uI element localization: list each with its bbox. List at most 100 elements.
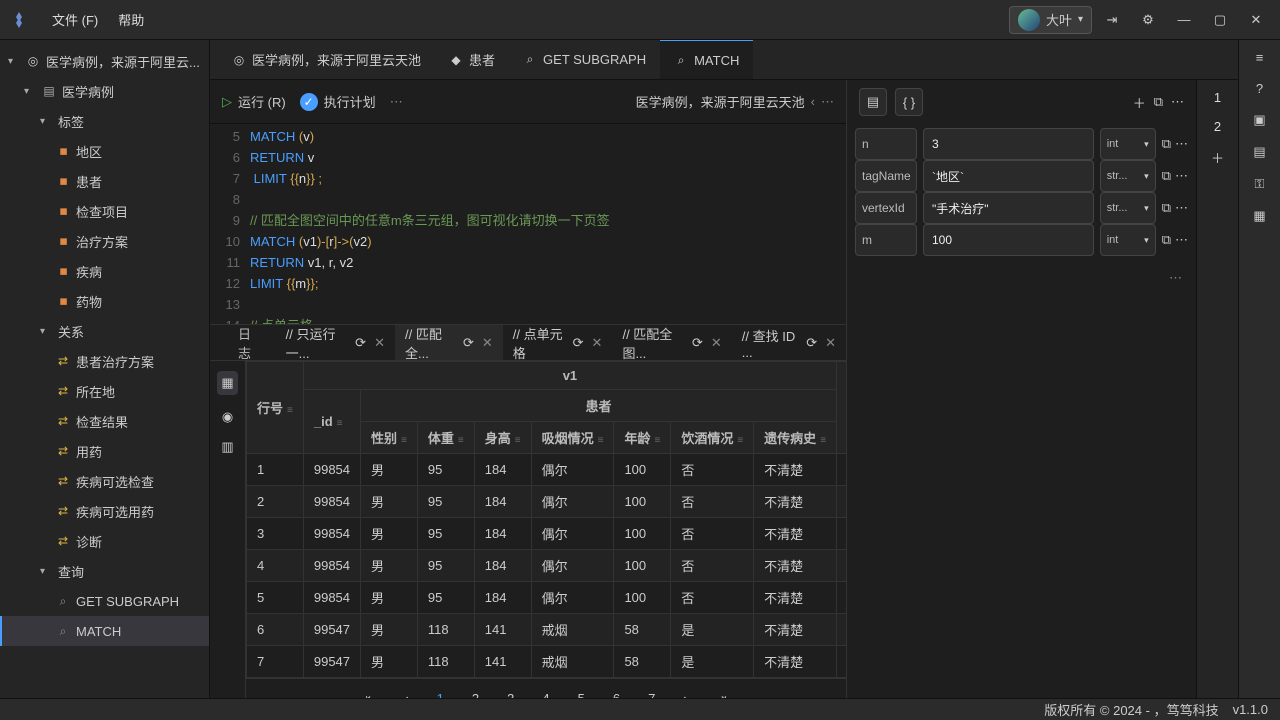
more-icon[interactable]: ⋯	[1175, 232, 1188, 248]
page-4[interactable]: 4	[542, 691, 549, 698]
refresh-icon[interactable]: ⟳	[573, 335, 584, 351]
run-button[interactable]: ▷运行 (R)	[222, 92, 286, 111]
table-view-icon[interactable]: ▦	[217, 371, 237, 395]
page-next[interactable]: ›	[683, 691, 687, 698]
params-mode-icon[interactable]: ▤	[859, 88, 887, 116]
close-icon[interactable]: ✕	[1240, 6, 1272, 34]
page-3[interactable]: 3	[507, 691, 514, 698]
page-7[interactable]: 7	[648, 691, 655, 698]
vtab-2[interactable]: 2	[1214, 119, 1221, 134]
editor-tab[interactable]: ◎医学病例，来源于阿里云天池	[218, 40, 435, 79]
param-name[interactable]: n	[855, 128, 917, 160]
editor-tab[interactable]: ⌕GET SUBGRAPH	[509, 40, 660, 79]
minimize-icon[interactable]: —	[1168, 6, 1200, 34]
tree-item[interactable]: ⇄疾病可选用药	[0, 496, 209, 526]
graph-view-icon[interactable]: ◉	[222, 409, 233, 425]
tree-item[interactable]: ⇄诊断	[0, 526, 209, 556]
tree-item[interactable]: ⇄所在地	[0, 376, 209, 406]
param-name[interactable]: vertexId	[855, 192, 917, 224]
refresh-icon[interactable]: ⟳	[463, 335, 474, 351]
param-value[interactable]: 3	[923, 128, 1094, 160]
page-6[interactable]: 6	[613, 691, 620, 698]
tree-item[interactable]: ⇄疾病可选检查	[0, 466, 209, 496]
gear-icon[interactable]: ⚙	[1132, 6, 1164, 34]
table-row[interactable]: 699547男118141戒烟58是不清楚995470维	[247, 614, 847, 646]
refresh-icon[interactable]: ⟳	[806, 335, 817, 351]
page-1[interactable]: 1	[437, 691, 444, 698]
tree-item[interactable]: ◆药物	[0, 286, 209, 316]
param-type[interactable]: int▾	[1100, 224, 1156, 256]
param-type[interactable]: str...▾	[1100, 192, 1156, 224]
hamburger-icon[interactable]: ≡	[1256, 50, 1264, 65]
more-icon[interactable]: ⋯	[390, 94, 403, 110]
page-prev[interactable]: ‹	[404, 691, 408, 698]
table-row[interactable]: 499854男95184偶尔100否不清楚998540成	[247, 550, 847, 582]
tree-item[interactable]: ◆治疗方案	[0, 226, 209, 256]
tree-queries-group[interactable]: ▾查询	[0, 556, 209, 586]
menu-help[interactable]: 帮助	[108, 6, 154, 33]
add-param-icon[interactable]: ＋	[1133, 93, 1146, 112]
tree-item[interactable]: ◆地区	[0, 136, 209, 166]
param-type[interactable]: int▾	[1100, 128, 1156, 160]
vtab-1[interactable]: 1	[1214, 90, 1221, 105]
refresh-icon[interactable]: ⟳	[355, 335, 366, 351]
tree-item[interactable]: ◆疾病	[0, 256, 209, 286]
page-last[interactable]: ⇥	[716, 691, 727, 699]
plan-toggle[interactable]: ✓执行计划	[300, 92, 376, 111]
param-name[interactable]: m	[855, 224, 917, 256]
code-editor[interactable]: 567891011121314 MATCH (v) RETURN v LIMIT…	[210, 124, 846, 324]
close-icon[interactable]: ✕	[374, 335, 385, 351]
table-row[interactable]: 199854男95184偶尔100否不清楚998540阿	[247, 454, 847, 486]
close-icon[interactable]: ✕	[482, 335, 493, 351]
tree-rels-group[interactable]: ▾关系	[0, 316, 209, 346]
param-type[interactable]: str...▾	[1100, 160, 1156, 192]
table-row[interactable]: 299854男95184偶尔100否不清楚998540糖	[247, 486, 847, 518]
editor-tab[interactable]: ⌕MATCH	[660, 40, 753, 79]
result-tab[interactable]: // 查找 ID ...⟳✕	[732, 325, 846, 360]
more-icon[interactable]: ⋯	[1175, 200, 1188, 216]
tree-item[interactable]: ⇄用药	[0, 436, 209, 466]
copy-icon[interactable]: ⧉	[1162, 168, 1171, 184]
param-value[interactable]: 100	[923, 224, 1094, 256]
param-value[interactable]: "手术治疗"	[923, 192, 1094, 224]
param-value[interactable]: `地区`	[923, 160, 1094, 192]
result-table[interactable]: 行号≡v1_startId≡_rId≡_e_id≡患者性别≡体重≡身高≡吸烟情况…	[246, 361, 846, 698]
panel-icon[interactable]: ▣	[1253, 112, 1265, 128]
page-first[interactable]: ⇤	[365, 691, 376, 699]
tree-item[interactable]: ⇄患者治疗方案	[0, 346, 209, 376]
copy-icon[interactable]: ⧉	[1162, 200, 1171, 216]
tree-root[interactable]: ▾◎医学病例，来源于阿里云...	[0, 46, 209, 76]
tree-db[interactable]: ▾▤医学病例	[0, 76, 209, 106]
copy-params-icon[interactable]: ⧉	[1154, 94, 1163, 110]
copy-icon[interactable]: ⧉	[1162, 232, 1171, 248]
raw-view-icon[interactable]: ▥	[221, 439, 233, 455]
tree-item[interactable]: ◆患者	[0, 166, 209, 196]
close-icon[interactable]: ✕	[825, 335, 836, 351]
result-tab[interactable]: // 点单元格⟳✕	[503, 325, 613, 360]
more-params-icon[interactable]: ⋯	[1171, 94, 1184, 110]
list-icon[interactable]: ▤	[1253, 144, 1265, 160]
more-icon[interactable]: ⋯	[1175, 168, 1188, 184]
params-more-icon[interactable]: ⋯	[855, 264, 1188, 292]
tree-item[interactable]: ⌕MATCH	[0, 616, 209, 646]
vtab-add-icon[interactable]: ＋	[1211, 148, 1224, 167]
tree-tags-group[interactable]: ▾标签	[0, 106, 209, 136]
table-row[interactable]: 799547男118141戒烟58是不清楚995470高	[247, 646, 847, 678]
user-badge[interactable]: 大叶 ▾	[1009, 6, 1092, 34]
copy-icon[interactable]: ⧉	[1162, 136, 1171, 152]
tree-item[interactable]: ⇄检查结果	[0, 406, 209, 436]
close-icon[interactable]: ✕	[711, 335, 722, 351]
key-icon[interactable]: ⚿	[1255, 176, 1265, 192]
params-json-icon[interactable]: { }	[895, 88, 923, 116]
tree-item[interactable]: ◆检查项目	[0, 196, 209, 226]
refresh-icon[interactable]: ⟳	[692, 335, 703, 351]
table-row[interactable]: 399854男95184偶尔100否不清楚998540核	[247, 518, 847, 550]
maximize-icon[interactable]: ▢	[1204, 6, 1236, 34]
result-tab[interactable]: // 匹配全图...⟳✕	[612, 325, 731, 360]
pin-icon[interactable]: ⇥	[1096, 6, 1128, 34]
page-5[interactable]: 5	[578, 691, 585, 698]
page-2[interactable]: 2	[472, 691, 479, 698]
param-name[interactable]: tagName	[855, 160, 917, 192]
more-icon[interactable]: ⋯	[1175, 136, 1188, 152]
close-icon[interactable]: ✕	[592, 335, 603, 351]
